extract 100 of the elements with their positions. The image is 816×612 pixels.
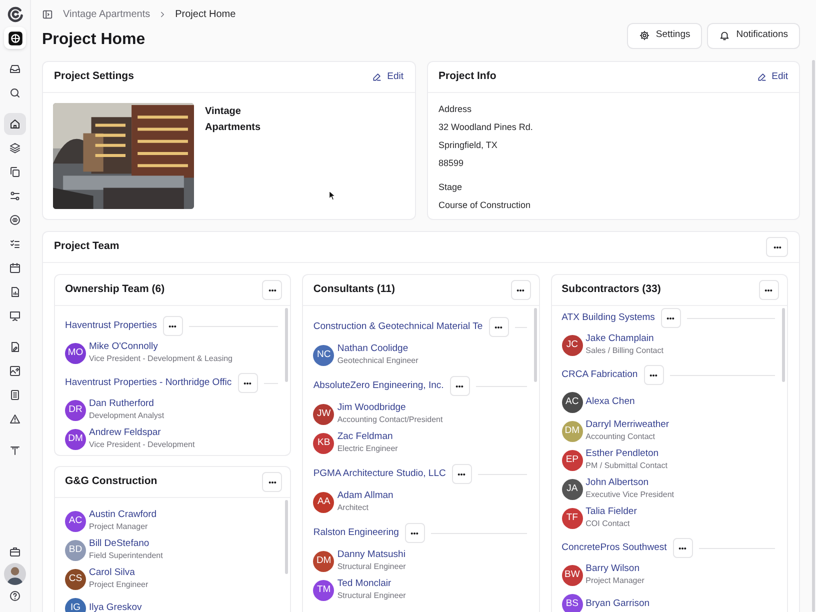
- person-name-link[interactable]: Austin Crawford: [89, 509, 157, 521]
- more-options-button[interactable]: [644, 365, 664, 385]
- company-link[interactable]: Haventrust Properties - Northridge Offic: [65, 376, 232, 390]
- more-options-button[interactable]: [758, 280, 779, 300]
- breadcrumb-link[interactable]: Vintage Apartments: [63, 6, 150, 22]
- notebook-icon: [9, 389, 21, 401]
- field-value: 88599: [438, 157, 465, 170]
- field-label: Stage: [438, 181, 464, 194]
- company-link[interactable]: ATX Building Systems: [562, 310, 655, 326]
- pencil-icon: [372, 72, 382, 82]
- page-scrollbar[interactable]: [812, 60, 815, 612]
- person-name-link[interactable]: Talia Fielder: [586, 506, 637, 518]
- more-options-button[interactable]: [262, 472, 282, 492]
- more-options-button[interactable]: [238, 373, 258, 393]
- person-name-link[interactable]: Ted Monclair: [337, 578, 406, 590]
- briefcase-icon: [9, 546, 21, 558]
- person-name-link[interactable]: Barry Wilson: [586, 563, 644, 575]
- more-options-button[interactable]: [262, 280, 282, 300]
- avatar: DR: [65, 400, 86, 420]
- person-name-link[interactable]: Ilya Greskov: [89, 602, 142, 612]
- avatar: TF: [562, 508, 583, 528]
- company-link[interactable]: Ralston Engineering: [313, 526, 399, 540]
- edit-link[interactable]: Edit: [372, 70, 404, 84]
- person-role: Development Analyst: [89, 410, 164, 422]
- person-name-link[interactable]: Bryan Garrison: [586, 598, 650, 610]
- card-title: Project Settings: [54, 69, 134, 84]
- sidebar-toggle-icon: [42, 8, 53, 20]
- avatar: IG: [65, 598, 86, 612]
- presentation-icon: [9, 310, 21, 322]
- company-link[interactable]: AbsoluteZero Engineering, Inc.: [313, 378, 444, 394]
- person-name-link[interactable]: Esther Pendleton: [586, 448, 668, 460]
- more-options-button[interactable]: [510, 280, 531, 300]
- company-link[interactable]: ConcretePros Southwest: [562, 540, 667, 556]
- person-role: Electric Engineer: [337, 443, 398, 455]
- person-role: Vice President - Development: [89, 439, 195, 451]
- avatar: TM: [313, 580, 334, 600]
- scrollbar-thumb[interactable]: [782, 308, 785, 382]
- more-options-button[interactable]: [672, 538, 693, 558]
- person-name-link[interactable]: Zac Feldman: [337, 431, 398, 443]
- warning-icon: [9, 413, 21, 425]
- user-avatar-button[interactable]: [4, 563, 26, 585]
- checklist-icon: [9, 238, 21, 250]
- documents-icon: [9, 166, 21, 178]
- person-name-link[interactable]: Andrew Feldspar: [89, 427, 195, 439]
- report-icon: [9, 286, 21, 298]
- team-card-title: Ownership Team (6): [65, 282, 165, 298]
- person-name-link[interactable]: Nathan Coolidge: [337, 343, 418, 355]
- team-card-title: Subcontractors (33): [562, 282, 661, 298]
- person-name-link[interactable]: John Albertson: [586, 477, 674, 489]
- company-link[interactable]: PGMA Architecture Studio, LLC: [313, 466, 446, 482]
- person-name-link[interactable]: Alexa Chen: [586, 396, 635, 408]
- person-name-link[interactable]: Carol Silva: [89, 567, 148, 579]
- person-role: Architect: [337, 502, 370, 514]
- person-name-link[interactable]: Jake Champlain: [586, 333, 664, 345]
- more-options-button[interactable]: [660, 308, 681, 328]
- person-name-link[interactable]: Jim Woodbridge: [337, 402, 443, 414]
- avatar: AA: [313, 492, 334, 512]
- notifications-button[interactable]: Notifications: [707, 22, 800, 48]
- person-role: Accounting Contact/President: [337, 414, 443, 426]
- more-options-button[interactable]: [450, 376, 470, 396]
- person-name-link[interactable]: Mike O'Connolly: [89, 341, 232, 353]
- person-name-link[interactable]: Danny Matsushi: [337, 549, 406, 561]
- person-role: Project Manager: [586, 575, 644, 587]
- card-title: Project Info: [438, 69, 496, 84]
- company-link[interactable]: CRCA Fabrication: [562, 368, 638, 382]
- more-options-button[interactable]: [488, 317, 509, 337]
- file-edit-icon: [9, 341, 21, 353]
- sidebar-button[interactable]: [4, 113, 26, 135]
- person-name-link[interactable]: Bill DeStefano: [89, 538, 163, 550]
- more-options-button[interactable]: [162, 316, 183, 336]
- person-role: PM / Submittal Contact: [586, 460, 668, 472]
- cursor-icon: [328, 190, 337, 201]
- person-name-link[interactable]: Adam Allman: [337, 490, 394, 502]
- workspace-button[interactable]: [4, 27, 26, 49]
- avatar: CS: [65, 568, 86, 590]
- more-options-button[interactable]: [452, 464, 472, 484]
- person-role: COI Contact: [586, 518, 631, 530]
- calendar-icon: [9, 262, 21, 274]
- avatar: DM: [562, 420, 583, 442]
- pencil-icon: [756, 72, 767, 82]
- person-name-link[interactable]: Darryl Merriweather: [586, 419, 670, 431]
- person-role: Vice President - Development & Leasing: [89, 353, 232, 365]
- edit-link[interactable]: Edit: [756, 70, 788, 84]
- more-options-button[interactable]: [404, 523, 425, 543]
- company-link[interactable]: Construction & Geotechnical Material Te: [313, 320, 483, 334]
- avatar: JW: [313, 404, 334, 424]
- breadcrumb-current: Project Home: [175, 8, 236, 22]
- team-card-title: Consultants (11): [313, 282, 396, 298]
- team-card-title: G&G Construction: [65, 474, 158, 490]
- image-edit-icon: [9, 365, 21, 377]
- company-link[interactable]: Haventrust Properties: [65, 318, 157, 334]
- avatar: AC: [65, 510, 86, 532]
- person-name-link[interactable]: Dan Rutherford: [89, 398, 164, 410]
- more-options-button[interactable]: [766, 237, 788, 257]
- settings-button[interactable]: Settings: [626, 22, 702, 48]
- sliders-icon: [9, 190, 21, 202]
- bell-icon: [719, 30, 730, 41]
- person-role: Structural Engineer: [337, 590, 406, 602]
- scrollbar-thumb[interactable]: [534, 308, 537, 382]
- person-role: Project Engineer: [89, 579, 148, 591]
